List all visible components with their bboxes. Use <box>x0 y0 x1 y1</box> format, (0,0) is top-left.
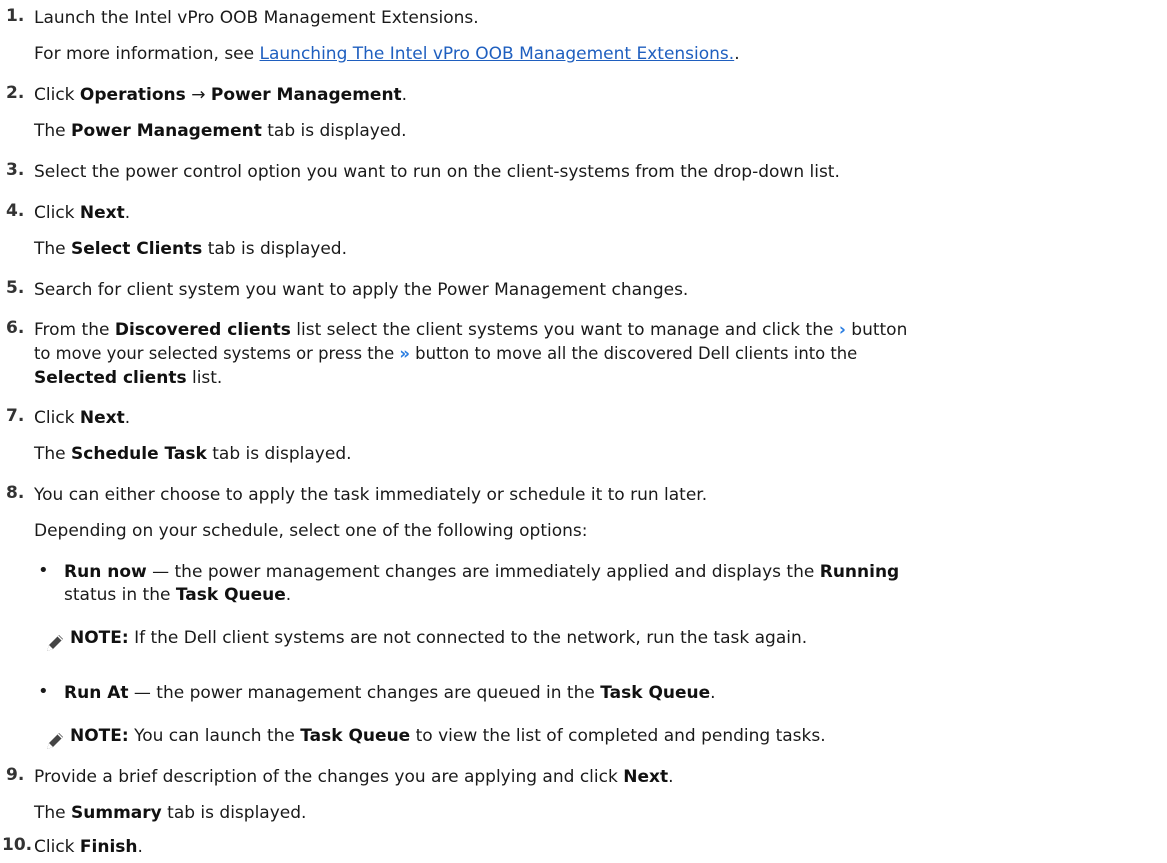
step-text: Provide a brief description of the chang… <box>34 767 624 787</box>
punctuation: . <box>285 585 292 605</box>
arrow: → <box>185 85 211 105</box>
detail-suffix: tab is displayed. <box>206 444 352 464</box>
option-text: — the power management changes are immed… <box>146 562 820 582</box>
detail-prefix: The <box>34 803 72 823</box>
detail-prefix: The <box>34 444 72 464</box>
step-number: 7. <box>6 406 25 426</box>
step-text: Click <box>34 85 80 105</box>
running-label: Running <box>819 562 900 582</box>
schedule-task-tab-label: Schedule Task <box>71 444 207 464</box>
bullet-icon: • <box>38 681 49 702</box>
launching-extensions-link[interactable]: Launching The Intel vPro OOB Management … <box>260 44 735 64</box>
step-text: to move your selected systems or press t… <box>34 344 400 363</box>
step-number: 10. <box>2 835 33 855</box>
step-number: 2. <box>6 83 25 103</box>
selected-clients-label: Selected clients <box>34 368 187 388</box>
select-clients-tab-label: Select Clients <box>71 239 203 259</box>
move-all-chevron-icon: » <box>399 344 410 363</box>
pencil-note-icon <box>47 635 63 651</box>
bullet-icon: • <box>38 560 49 581</box>
detail-suffix: tab is displayed. <box>202 239 347 259</box>
detail-suffix: tab is displayed. <box>261 121 407 141</box>
punctuation: . <box>401 85 408 105</box>
punctuation: . <box>124 408 131 428</box>
step-text: button <box>845 320 908 340</box>
step-text: Launch the Intel vPro OOB Management Ext… <box>34 8 479 28</box>
option-text: status in the <box>64 585 176 605</box>
note-label: NOTE: <box>70 726 129 746</box>
power-management-tab-label: Power Management <box>71 121 262 141</box>
next-label: Next <box>79 408 125 428</box>
step-number: 9. <box>6 765 25 785</box>
next-label: Next <box>79 203 125 223</box>
pencil-note-icon <box>47 733 63 749</box>
detail-suffix: . <box>734 44 740 64</box>
summary-tab-label: Summary <box>71 803 162 823</box>
step-text: Search for client system you want to app… <box>34 280 689 300</box>
step-text: list select the client systems you want … <box>290 320 839 340</box>
finish-label: Finish <box>79 837 138 857</box>
step-text: Select the power control option you want… <box>34 162 840 182</box>
step-text: button to move all the discovered Dell c… <box>409 344 858 363</box>
step-number: 1. <box>6 6 25 26</box>
step-text: From the <box>34 320 115 340</box>
detail-prefix: The <box>34 121 72 141</box>
task-queue-label: Task Queue <box>600 683 711 703</box>
step-number: 4. <box>6 201 25 221</box>
detail-text: Depending on your schedule, select one o… <box>34 521 588 541</box>
option-text: — the power management changes are queue… <box>128 683 601 703</box>
task-queue-label: Task Queue <box>175 585 286 605</box>
step-text: You can either choose to apply the task … <box>34 485 708 505</box>
operations-label: Operations <box>79 85 186 105</box>
punctuation: . <box>668 767 674 787</box>
detail-prefix: The <box>34 239 72 259</box>
detail-prefix: For more information, see <box>34 44 260 64</box>
next-label: Next <box>623 767 669 787</box>
step-number: 5. <box>6 278 25 298</box>
step-text: list. <box>186 368 223 388</box>
punctuation: . <box>137 837 143 857</box>
note-text: to view the list of completed and pendin… <box>410 726 826 746</box>
step-text: Click <box>34 408 80 428</box>
punctuation: . <box>710 683 716 703</box>
run-at-label: Run At <box>64 683 129 703</box>
detail-suffix: tab is displayed. <box>161 803 307 823</box>
step-number: 6. <box>6 318 25 338</box>
punctuation: . <box>124 203 131 223</box>
note-text: You can launch the <box>128 726 301 746</box>
note-text: If the Dell client systems are not conne… <box>128 628 808 648</box>
step-text: Click <box>34 837 80 857</box>
note-label: NOTE: <box>70 628 129 648</box>
step-number: 3. <box>6 160 25 180</box>
move-selected-chevron-icon: › <box>838 320 846 340</box>
power-management-label: Power Management <box>210 85 402 105</box>
step-number: 8. <box>6 483 25 503</box>
discovered-clients-label: Discovered clients <box>114 320 291 340</box>
run-now-label: Run now <box>64 562 147 582</box>
task-queue-label: Task Queue <box>300 726 411 746</box>
step-text: Click <box>34 203 80 223</box>
